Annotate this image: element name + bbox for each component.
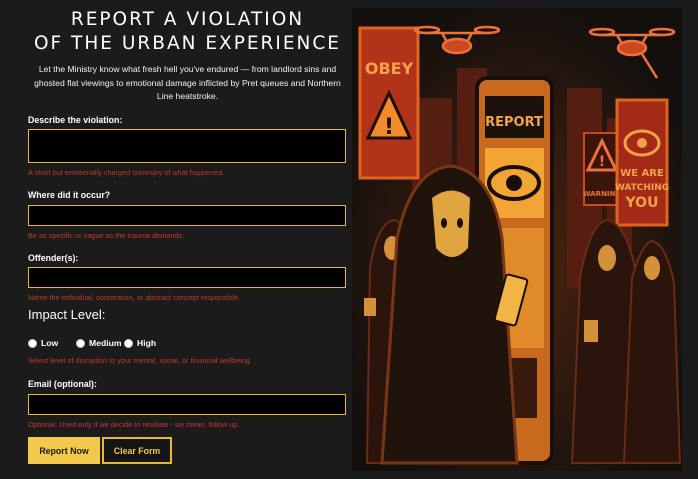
email-help: Optional. Used only if we decide to reta… bbox=[28, 420, 240, 429]
page-title: REPORT A VIOLATION bbox=[70, 9, 305, 30]
violation-textarea[interactable] bbox=[28, 129, 346, 163]
clear-form-button[interactable]: Clear Form bbox=[102, 437, 172, 464]
impact-option-low[interactable]: Low bbox=[28, 336, 58, 350]
report-now-button[interactable]: Report Now bbox=[28, 437, 100, 464]
radio-high[interactable] bbox=[124, 338, 133, 348]
radio-medium[interactable] bbox=[76, 338, 85, 348]
violation-help: A short but emotionally charged summary … bbox=[28, 168, 225, 177]
svg-text:OBEY: OBEY bbox=[365, 59, 414, 78]
location-label: Where did it occur? bbox=[28, 190, 111, 200]
report-form-panel: REPORT A VIOLATION OF THE URBAN EXPERIEN… bbox=[20, 0, 355, 479]
svg-text:WATCHING: WATCHING bbox=[615, 183, 669, 193]
obey-sign: OBEY ! bbox=[358, 26, 420, 180]
email-label: Email (optional): bbox=[28, 379, 97, 389]
we-are-watching-you-sign: WE ARE WATCHING YOU bbox=[615, 98, 669, 227]
location-help: Be as specific or vague as the trauma de… bbox=[28, 231, 185, 240]
radio-low[interactable] bbox=[28, 338, 37, 348]
svg-text:!: ! bbox=[384, 115, 394, 140]
page-title-line2: OF THE URBAN EXPERIENCE bbox=[34, 33, 341, 54]
violation-label: Describe the violation: bbox=[28, 115, 123, 125]
offender-label: Offender(s): bbox=[28, 253, 79, 263]
poster-illustration: OBEY ! REPORT ! WARNING WE ARE WATCHING … bbox=[352, 8, 682, 471]
impact-help: Select level of disruption to your menta… bbox=[28, 356, 252, 365]
hooded-figure-far-right bbox=[622, 239, 682, 464]
svg-text:REPORT: REPORT bbox=[485, 115, 543, 130]
svg-text:YOU: YOU bbox=[625, 195, 659, 211]
location-input[interactable] bbox=[28, 205, 346, 226]
offender-input[interactable] bbox=[28, 267, 346, 288]
offender-help: Name the individual, corporation, or abs… bbox=[28, 293, 241, 302]
intro-text: Let the Ministry know what fresh hell yo… bbox=[34, 64, 341, 101]
propaganda-poster-image: OBEY ! REPORT ! WARNING WE ARE WATCHING … bbox=[352, 8, 682, 471]
email-input[interactable] bbox=[28, 394, 346, 415]
impact-option-medium[interactable]: Medium bbox=[76, 336, 121, 350]
impact-option-high[interactable]: High bbox=[124, 336, 156, 350]
svg-text:!: ! bbox=[599, 154, 605, 170]
svg-text:WE ARE: WE ARE bbox=[620, 168, 664, 179]
impact-label: Impact Level: bbox=[28, 307, 106, 322]
